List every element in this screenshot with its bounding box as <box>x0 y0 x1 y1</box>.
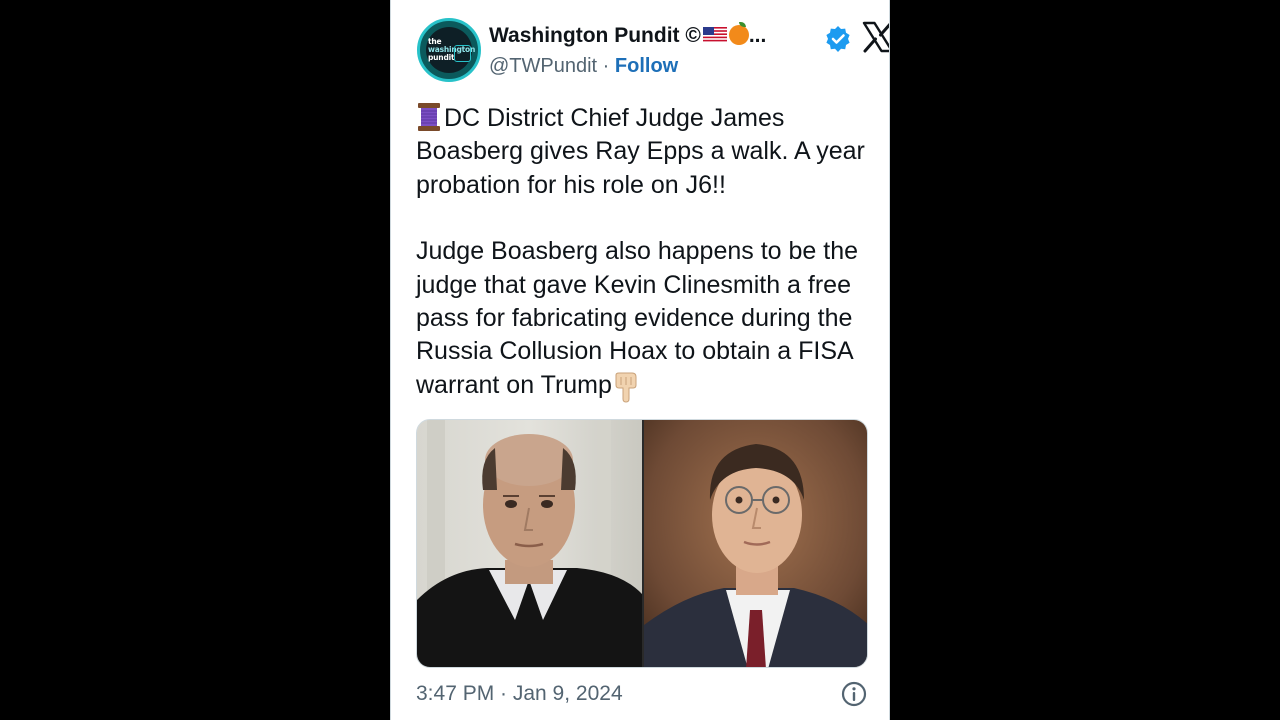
tweet-media[interactable] <box>416 419 868 668</box>
x-logo-icon[interactable] <box>861 20 890 54</box>
author-handle-row: @TWPundit · Follow <box>489 55 678 78</box>
tweet-paragraph-1-row: DC District Chief Judge James Boasberg g… <box>416 102 871 202</box>
tweet-card: the washington pundit Washington Pundit … <box>390 0 890 720</box>
info-icon[interactable] <box>840 680 868 708</box>
us-flag-icon <box>702 27 727 43</box>
tweet-text: DC District Chief Judge James Boasberg g… <box>416 102 871 403</box>
tweet-header: the washington pundit Washington Pundit … <box>417 18 889 84</box>
tweet-footer: 3:47 PM · Jan 9, 2024 <box>416 680 868 710</box>
follow-button[interactable]: Follow <box>615 55 678 77</box>
man-in-suit-photo[interactable] <box>644 420 868 668</box>
verified-badge-icon <box>826 26 850 52</box>
tweet-timestamp[interactable]: 3:47 PM · Jan 9, 2024 <box>416 682 623 706</box>
author-handle[interactable]: @TWPundit <box>489 55 597 77</box>
author-avatar[interactable]: the washington pundit <box>417 18 481 82</box>
pointing-down-icon <box>615 372 637 403</box>
tweet-paragraph-1: DC District Chief Judge James Boasberg g… <box>416 104 865 199</box>
handle-separator: · <box>602 55 610 77</box>
author-display-name[interactable]: Washington Pundit © <box>489 24 701 47</box>
author-name-row[interactable]: Washington Pundit © ... <box>489 22 767 50</box>
thread-spool-icon <box>418 103 440 131</box>
orange-emoji-icon <box>728 22 749 45</box>
speech-bubble-icon <box>454 45 471 62</box>
tweet-paragraph-2-row: Judge Boasberg also happens to be the ju… <box>416 235 871 403</box>
judge-photo[interactable] <box>417 420 643 668</box>
author-name-overflow: ... <box>748 24 767 47</box>
